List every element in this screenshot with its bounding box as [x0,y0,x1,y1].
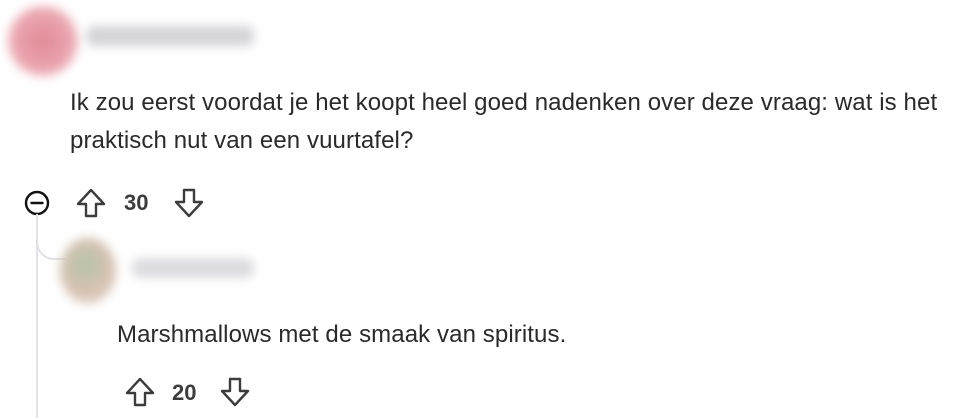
upvote-button[interactable] [123,375,157,409]
collapse-thread-button[interactable] [23,189,51,217]
avatar[interactable] [8,6,78,76]
arrow-down-icon [172,186,206,220]
arrow-up-icon [123,375,157,409]
comment-body: Ik zou eerst voordat je het koopt heel g… [70,89,938,154]
downvote-button[interactable] [218,375,252,409]
vote-score: 30 [124,190,149,215]
vote-score: 20 [172,380,197,405]
upvote-button[interactable] [74,186,108,220]
comment-body: Marshmallows met de smaak van spiritus. [117,321,567,348]
comment-thread: Ik zou eerst voordat je het koopt heel g… [0,0,980,418]
arrow-down-icon [218,375,252,409]
username-redacted[interactable] [132,258,254,278]
username-redacted[interactable] [86,26,254,46]
downvote-button[interactable] [172,186,206,220]
minus-circle-icon [23,189,51,217]
avatar[interactable] [60,238,116,304]
arrow-up-icon [74,186,108,220]
